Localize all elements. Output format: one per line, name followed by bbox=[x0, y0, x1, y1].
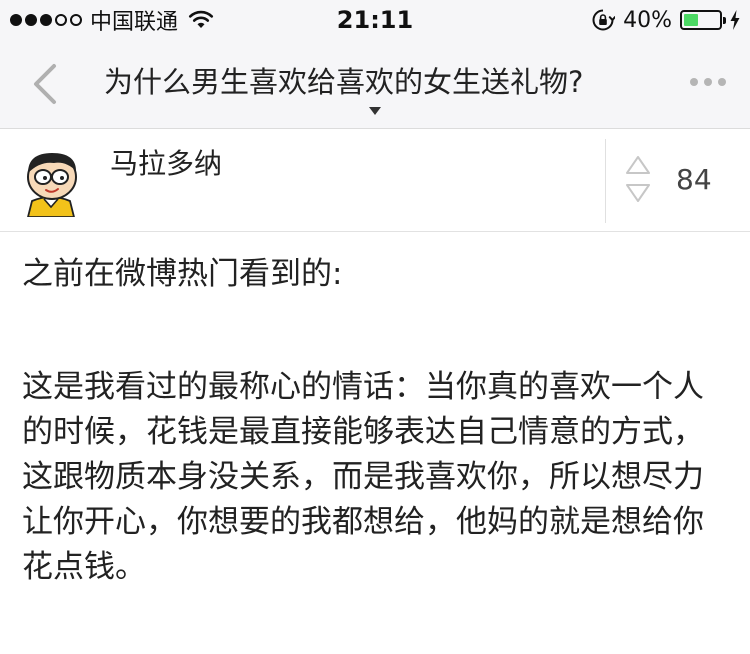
answer-intro: 之前在微博热门看到的: bbox=[22, 256, 343, 292]
vote-count: 84 bbox=[676, 163, 712, 196]
more-options-button[interactable] bbox=[690, 78, 726, 86]
divider bbox=[605, 139, 606, 223]
screen: 中国联通 21:11 40% 为什么男生喜欢给喜欢的女生送礼物? 马拉多纳 84… bbox=[0, 0, 750, 654]
question-title[interactable]: 为什么男生喜欢给喜欢的女生送礼物? bbox=[104, 62, 644, 102]
status-right: 40% bbox=[591, 6, 740, 34]
author-row: 马拉多纳 84 bbox=[0, 129, 750, 232]
more-dot bbox=[718, 78, 726, 86]
more-dot bbox=[704, 78, 712, 86]
caret-down-icon[interactable] bbox=[369, 107, 381, 115]
answer-content: 之前在微博热门看到的: 这是我看过的最称心的情话：当你真的喜欢一个人的时候，花钱… bbox=[22, 252, 712, 590]
answer-body: 这是我看过的最称心的情话：当你真的喜欢一个人的时候，花钱是最直接能够表达自己情意… bbox=[22, 369, 704, 585]
battery-fill bbox=[684, 14, 698, 26]
avatar[interactable] bbox=[14, 143, 88, 217]
chevron-left-icon bbox=[34, 64, 56, 104]
back-button[interactable] bbox=[28, 62, 64, 106]
navigation-bar: 为什么男生喜欢给喜欢的女生送礼物? bbox=[0, 40, 750, 129]
battery-icon bbox=[680, 10, 726, 30]
cartoon-avatar-icon bbox=[27, 153, 77, 217]
charging-icon bbox=[730, 10, 740, 30]
vote-arrows-icon bbox=[626, 156, 650, 202]
vote-button[interactable] bbox=[622, 151, 654, 207]
more-dot bbox=[690, 78, 698, 86]
battery-percent: 40% bbox=[623, 7, 672, 33]
author-name[interactable]: 马拉多纳 bbox=[110, 147, 222, 181]
status-bar: 中国联通 21:11 40% bbox=[0, 0, 750, 40]
rotation-lock-icon bbox=[591, 8, 616, 32]
